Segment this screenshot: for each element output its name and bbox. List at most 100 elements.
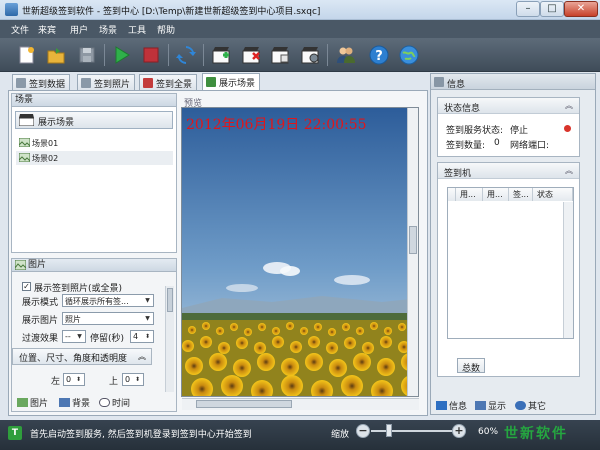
clapperboard-icon xyxy=(19,114,34,126)
stop-button[interactable] xyxy=(137,41,165,69)
scene-item-02[interactable]: 场景02 xyxy=(16,151,173,165)
display-image-value: 照片 xyxy=(65,315,81,324)
new-project-button[interactable] xyxy=(12,41,40,69)
scene-group-header[interactable]: 展示场景 xyxy=(15,111,173,129)
tab-checkin-panorama[interactable]: 签到全景 xyxy=(139,74,198,91)
scene-group-label: 展示场景 xyxy=(38,118,75,128)
table-column-header[interactable]: 用... xyxy=(456,188,483,201)
open-project-button[interactable] xyxy=(42,41,70,69)
left-stepper[interactable]: 0 ⬍ xyxy=(63,373,85,386)
table-column-header[interactable]: 状态 xyxy=(533,188,573,201)
display-mode-select[interactable]: 循环展示所有签... ▼ xyxy=(62,294,154,307)
preview-vertical-scrollbar[interactable] xyxy=(407,108,418,396)
tab-checkin-photos[interactable]: 签到照片 xyxy=(77,74,136,91)
main-tabs: 签到数据 签到照片 签到全景 展示场景 xyxy=(8,73,428,91)
tab-display[interactable]: 显示 xyxy=(474,399,506,413)
service-status-value: 停止 xyxy=(510,126,529,136)
scrollbar-thumb[interactable] xyxy=(409,226,417,254)
info-panel-icon xyxy=(434,77,444,87)
zoom-slider-thumb[interactable] xyxy=(386,424,392,437)
transition-select[interactable]: -- ▼ xyxy=(62,330,86,343)
delete-scene-button[interactable] xyxy=(237,41,265,69)
tab-label: 时间 xyxy=(112,399,131,409)
network-port-label: 网络端口: xyxy=(510,141,550,151)
tab-display-scene[interactable]: 展示场景 xyxy=(202,73,261,91)
tab-time[interactable]: 时间 xyxy=(98,396,130,410)
preview-horizontal-scrollbar[interactable] xyxy=(182,398,419,410)
left-value: 0 xyxy=(66,375,72,384)
zoom-label: 缩放 xyxy=(331,430,350,440)
users-button[interactable] xyxy=(332,41,360,69)
close-button[interactable]: ✕ xyxy=(564,1,598,17)
minimize-button[interactable]: – xyxy=(516,1,540,17)
spinner-icon: ⬍ xyxy=(144,333,151,340)
pause-stepper[interactable]: 4 ⬍ xyxy=(130,330,154,343)
zoom-slider-track[interactable] xyxy=(371,430,458,432)
picture-icon xyxy=(17,398,28,407)
maximize-button[interactable]: □ xyxy=(540,1,564,17)
devices-title: 签到机 xyxy=(444,169,472,179)
display-mode-value: 循环展示所有签... xyxy=(65,297,129,306)
scene-ab-button[interactable] xyxy=(266,41,294,69)
menu-users[interactable]: 用户 xyxy=(70,23,88,36)
panorama-icon xyxy=(143,78,153,88)
devices-header: 签到机 ︽ xyxy=(438,163,579,179)
menu-tools[interactable]: 工具 xyxy=(128,23,146,36)
top-stepper[interactable]: 0 ⬍ xyxy=(122,373,144,386)
top-label: 上 xyxy=(109,377,119,387)
save-icon xyxy=(79,47,95,63)
scene-item-01[interactable]: 场景01 xyxy=(16,136,173,150)
tab-info[interactable]: 信息 xyxy=(435,399,467,413)
collapse-icon[interactable]: ︽ xyxy=(565,100,573,111)
picture-panel-title: 图片 xyxy=(28,260,47,270)
background-icon xyxy=(59,398,70,407)
display-image-select[interactable]: 照片 ▼ xyxy=(62,312,154,325)
toolbar-separator xyxy=(168,44,169,66)
table-column-header[interactable]: 签... xyxy=(509,188,533,201)
users-icon xyxy=(337,47,355,63)
collapse-icon[interactable]: ︽ xyxy=(565,165,573,176)
show-photos-checkbox[interactable]: ✓ xyxy=(22,282,31,291)
menu-bar: 文件 来宾 用户 场景 工具 帮助 xyxy=(0,20,600,38)
toolbar-separator xyxy=(203,44,204,66)
picture-panel-scrollbar[interactable] xyxy=(165,286,174,392)
scene-icon xyxy=(19,138,30,147)
start-button[interactable] xyxy=(108,41,136,69)
web-button[interactable] xyxy=(395,41,423,69)
help-button[interactable]: ? xyxy=(365,41,393,69)
menu-guests[interactable]: 来宾 xyxy=(38,23,56,36)
window-title: 世新超级签到软件 - 签到中心 [D:\Temp\新建世新超级签到中心项目.sx… xyxy=(22,7,321,17)
spinner-icon: ⬍ xyxy=(75,376,82,383)
menu-help[interactable]: 帮助 xyxy=(157,23,175,36)
table-column-header-marker xyxy=(448,188,456,201)
clock-icon xyxy=(99,398,110,407)
scrollbar-thumb[interactable] xyxy=(167,288,173,312)
table-column-header[interactable]: 用... xyxy=(483,188,509,201)
scene-settings-button[interactable] xyxy=(296,41,324,69)
refresh-icon xyxy=(176,46,196,64)
zoom-out-button[interactable]: − xyxy=(356,424,370,438)
collapse-icon[interactable]: ︽ xyxy=(138,351,146,362)
tab-other[interactable]: 其它 xyxy=(514,399,546,413)
spinner-icon: ⬍ xyxy=(134,376,141,383)
tab-picture[interactable]: 图片 xyxy=(16,396,48,410)
menu-scenes[interactable]: 场景 xyxy=(99,23,117,36)
position-section-header[interactable]: 位置、尺寸、角度和透明度 xyxy=(12,348,152,365)
save-button[interactable] xyxy=(73,41,101,69)
total-button[interactable]: 总数 xyxy=(457,358,485,374)
show-photos-label: 展示签到照片(或全景) xyxy=(34,284,123,294)
devices-table-scrollbar[interactable] xyxy=(563,202,573,338)
scrollbar-thumb[interactable] xyxy=(196,400,292,408)
info-panel-title: 信息 xyxy=(447,80,466,90)
delete-scene-icon xyxy=(242,47,260,64)
menu-file[interactable]: 文件 xyxy=(11,23,29,36)
scene-settings-icon xyxy=(301,47,319,64)
tab-checkin-data[interactable]: 签到数据 xyxy=(12,74,71,91)
tab-background[interactable]: 背景 xyxy=(58,396,90,410)
zoom-in-button[interactable]: + xyxy=(452,424,466,438)
web-icon xyxy=(399,45,419,65)
refresh-button[interactable] xyxy=(172,41,200,69)
add-scene-button[interactable] xyxy=(207,41,235,69)
tab-label: 背景 xyxy=(72,399,91,409)
scene-icon xyxy=(206,77,216,87)
